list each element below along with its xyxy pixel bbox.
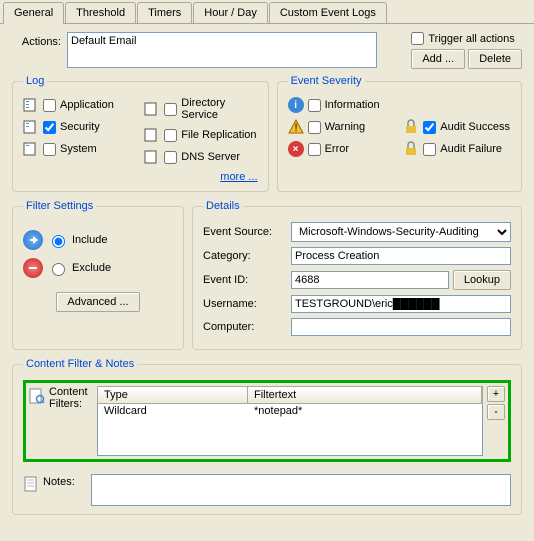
computer-input[interactable] (291, 318, 511, 336)
exclude-icon (23, 258, 43, 278)
severity-fieldset: Event Severity i Information ! Warning × Er… (277, 75, 522, 192)
log-icon (23, 141, 39, 157)
tab-hourday[interactable]: Hour / Day (193, 2, 268, 23)
log-fieldset: Log Application Security System Director… (12, 75, 269, 192)
notes-icon (23, 476, 39, 492)
application-label: Application (60, 99, 114, 111)
more-link[interactable]: more ... (220, 171, 257, 183)
log-icon (23, 97, 39, 113)
information-label: Information (325, 99, 380, 111)
computer-label: Computer: (203, 321, 291, 333)
username-label: Username: (203, 298, 291, 310)
col-type[interactable]: Type (98, 387, 248, 403)
category-label: Category: (203, 250, 291, 262)
category-input[interactable] (291, 247, 511, 265)
filerep-label: File Replication (181, 129, 256, 141)
error-icon: × (288, 141, 304, 157)
include-label: Include (72, 234, 107, 246)
actions-input[interactable]: Default Email (67, 32, 377, 68)
cell-filtertext: *notepad* (248, 404, 308, 418)
eventsource-select[interactable]: Microsoft-Windows-Security-Auditing (291, 222, 511, 242)
error-label: Error (325, 143, 349, 155)
tab-general[interactable]: General (3, 2, 64, 24)
actions-label: Actions: (12, 32, 67, 48)
log-icon (144, 127, 160, 143)
auditsuccess-label: Audit Success (440, 121, 510, 133)
filtersettings-legend: Filter Settings (23, 200, 96, 212)
lookup-button[interactable]: Lookup (453, 270, 511, 290)
add-filter-button[interactable]: + (487, 386, 505, 402)
eventid-label: Event ID: (203, 274, 291, 286)
auditfailure-label: Audit Failure (440, 143, 502, 155)
system-checkbox[interactable] (43, 143, 56, 156)
add-button[interactable]: Add ... (411, 49, 465, 69)
auditsuccess-checkbox[interactable] (423, 121, 436, 134)
include-icon (23, 230, 43, 250)
general-panel: Actions: Default Email Trigger all actio… (0, 24, 534, 523)
tab-threshold[interactable]: Threshold (65, 2, 136, 23)
log-icon (144, 101, 160, 117)
filter-table-header: Type Filtertext (97, 386, 483, 404)
error-checkbox[interactable] (308, 143, 321, 156)
contentfilter-fieldset: Content Filter & Notes Content Filters: … (12, 358, 522, 515)
warning-label: Warning (325, 121, 366, 133)
remove-filter-button[interactable]: - (487, 404, 505, 420)
directory-label: Directory Service (181, 97, 257, 121)
exclude-radio[interactable] (52, 263, 65, 276)
username-input[interactable] (291, 295, 511, 313)
highlight-box: Content Filters: Type Filtertext Wildcar… (23, 380, 511, 462)
trigger-all-label: Trigger all actions (428, 33, 514, 45)
trigger-all-checkbox[interactable] (411, 32, 424, 45)
cell-type: Wildcard (98, 404, 248, 418)
filtersettings-fieldset: Filter Settings Include Exclude Advanced… (12, 200, 184, 350)
eventid-input[interactable] (291, 271, 449, 289)
eventsource-label: Event Source: (203, 226, 291, 238)
log-icon (144, 149, 160, 165)
svg-text:!: ! (294, 122, 297, 134)
tab-timers[interactable]: Timers (137, 2, 192, 23)
details-legend: Details (203, 200, 243, 212)
filters-label: Content Filters: (49, 386, 97, 410)
tab-customeventlogs[interactable]: Custom Event Logs (269, 2, 387, 23)
filerep-checkbox[interactable] (164, 129, 177, 142)
system-label: System (60, 143, 97, 155)
lock-icon (403, 141, 419, 157)
filter-icon (29, 388, 45, 404)
notes-input[interactable] (91, 474, 511, 506)
security-checkbox[interactable] (43, 121, 56, 134)
directory-checkbox[interactable] (164, 103, 177, 116)
warning-checkbox[interactable] (308, 121, 321, 134)
filter-table[interactable]: Wildcard *notepad* (97, 404, 483, 456)
table-row[interactable]: Wildcard *notepad* (98, 404, 482, 418)
lock-icon (403, 119, 419, 135)
dns-checkbox[interactable] (164, 151, 177, 164)
application-checkbox[interactable] (43, 99, 56, 112)
details-fieldset: Details Event Source:Microsoft-Windows-S… (192, 200, 522, 350)
advanced-button[interactable]: Advanced ... (56, 292, 139, 312)
exclude-label: Exclude (72, 262, 111, 274)
severity-legend: Event Severity (288, 75, 365, 87)
warning-icon: ! (288, 119, 304, 135)
col-filtertext[interactable]: Filtertext (248, 387, 482, 403)
auditfailure-checkbox[interactable] (423, 143, 436, 156)
notes-label: Notes: (43, 474, 91, 488)
delete-button[interactable]: Delete (468, 49, 522, 69)
information-checkbox[interactable] (308, 99, 321, 112)
dns-label: DNS Server (181, 151, 240, 163)
security-label: Security (60, 121, 100, 133)
tab-bar: General Threshold Timers Hour / Day Cust… (0, 0, 534, 24)
info-icon: i (288, 97, 304, 113)
log-legend: Log (23, 75, 47, 87)
log-icon (23, 119, 39, 135)
contentfilter-legend: Content Filter & Notes (23, 358, 137, 370)
include-radio[interactable] (52, 235, 65, 248)
